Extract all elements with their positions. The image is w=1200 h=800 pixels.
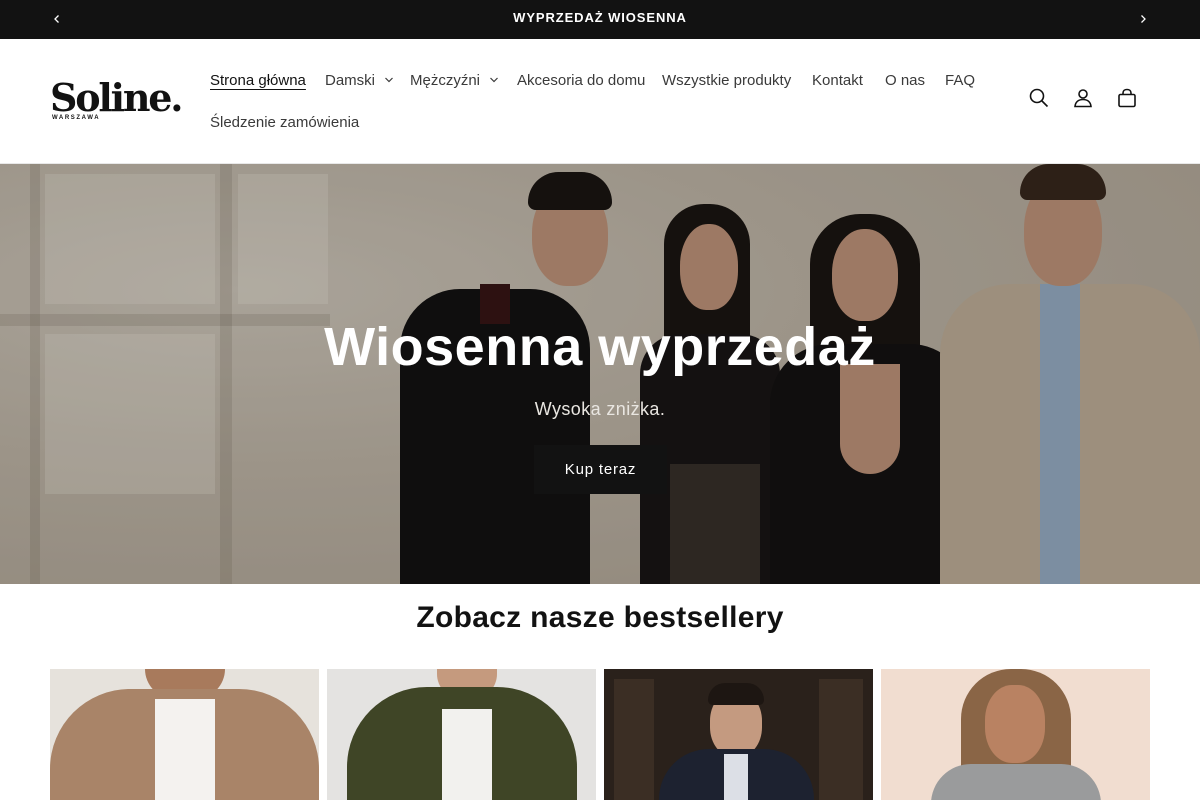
bestsellers-grid (50, 669, 1150, 800)
nav-item-order-tracking[interactable]: Śledzenie zamówienia (210, 112, 359, 132)
nav-item-label: Strona główna (210, 71, 306, 89)
hero-title: Wiosenna wyprzedaż (324, 317, 876, 377)
search-icon[interactable] (1028, 87, 1050, 109)
logo[interactable]: Soline. WARSZAWA (50, 75, 183, 126)
site-header: Soline. WARSZAWA Strona główna Damski Mę… (0, 39, 1200, 164)
nav-item-about[interactable]: O nas (885, 70, 925, 90)
announcement-text: WYPRZEDAŻ WIOSENNA (513, 10, 687, 25)
hero-banner: Wiosenna wyprzedaż Wysoka zniżka. Kup te… (0, 164, 1200, 584)
nav-item-label: Kontakt (812, 71, 863, 89)
nav-item-label: Wszystkie produkty (662, 71, 792, 89)
nav-item-label: Śledzenie zamówienia (210, 113, 360, 131)
chevron-down-icon (490, 77, 498, 83)
product-card[interactable] (604, 669, 873, 800)
logo-subtext: WARSZAWA (52, 115, 101, 121)
hero-subtitle: Wysoka zniżka. (534, 399, 666, 419)
product-image-hair (708, 683, 764, 705)
product-image-sweater (931, 764, 1101, 800)
product-card[interactable] (50, 669, 319, 800)
nav-item-men[interactable]: Mężczyźni (410, 70, 499, 90)
nav-item-all-products[interactable]: Wszystkie produkty (662, 70, 791, 90)
nav-item-home[interactable]: Strona główna (210, 70, 306, 90)
chevron-down-icon (385, 77, 393, 83)
nav-item-women[interactable]: Damski (325, 70, 394, 90)
announcement-bar: WYPRZEDAŻ WIOSENNA (0, 0, 1200, 39)
product-image-shirt (155, 699, 215, 800)
nav-item-label: Damski (325, 71, 376, 89)
product-image-face (985, 685, 1045, 763)
main-navigation: Strona główna Damski Mężczyźni Akcesoria… (198, 39, 998, 164)
nav-item-label: FAQ (945, 71, 976, 89)
nav-item-faq[interactable]: FAQ (945, 70, 975, 90)
nav-item-label: Mężczyźni (410, 71, 481, 89)
product-image-background (614, 679, 654, 800)
product-image-shirt (724, 754, 748, 800)
announcement-next-button[interactable] (1133, 9, 1153, 29)
product-card[interactable] (881, 669, 1150, 800)
nav-item-label: Akcesoria do domu (517, 71, 646, 89)
logo-wordmark: Soline. (50, 75, 183, 120)
nav-item-contact[interactable]: Kontakt (812, 70, 863, 90)
chevron-right-icon (1141, 15, 1146, 23)
nav-item-label: O nas (885, 71, 926, 89)
header-icons (1028, 87, 1138, 109)
product-image-background (819, 679, 863, 800)
account-icon[interactable] (1072, 87, 1094, 109)
bestsellers-title: Zobacz nasze bestsellery (416, 601, 784, 634)
nav-item-home-accessories[interactable]: Akcesoria do domu (517, 70, 645, 90)
cart-icon[interactable] (1116, 87, 1138, 109)
product-card[interactable] (327, 669, 596, 800)
shop-now-button[interactable]: Kup teraz (534, 445, 667, 494)
product-image-shirt (442, 709, 492, 800)
